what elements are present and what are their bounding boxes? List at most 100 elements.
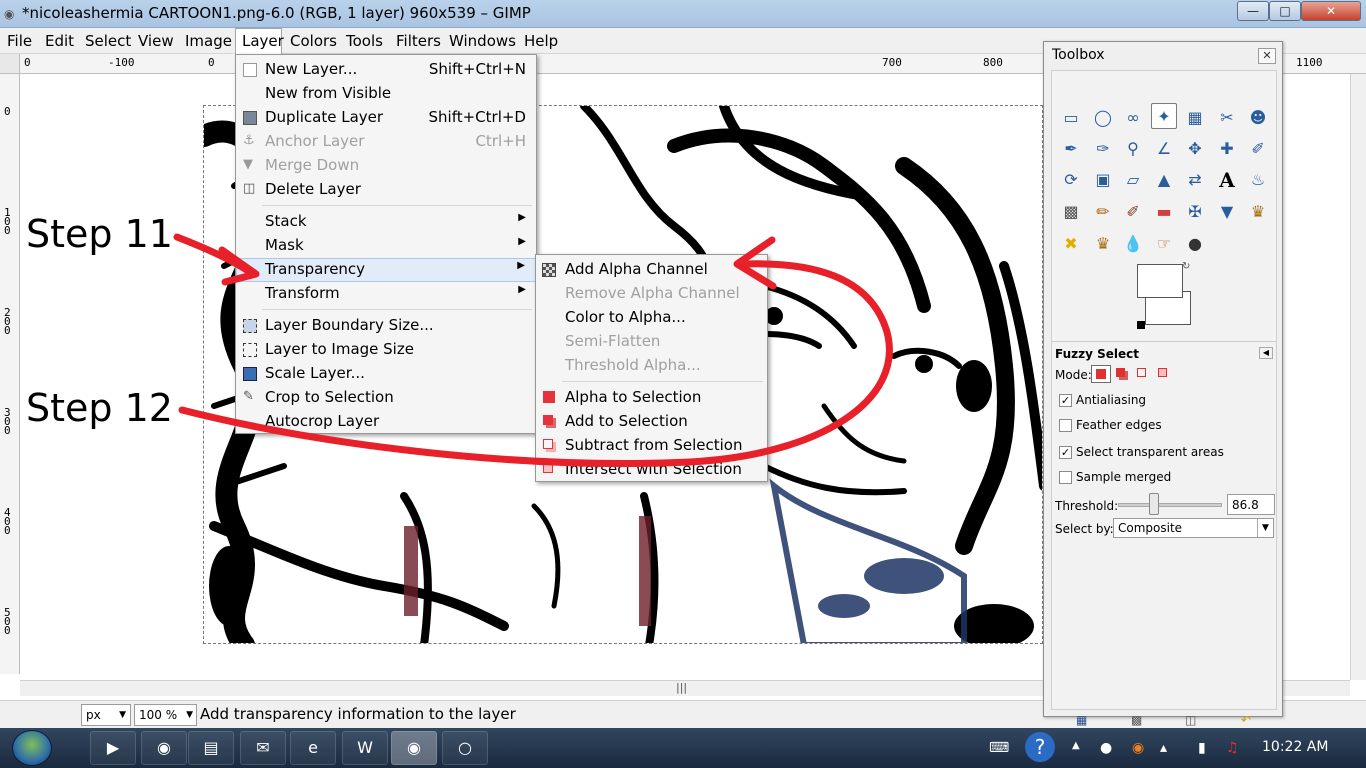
menu-item-delete-layer[interactable]: ◫ Delete Layer (236, 178, 536, 202)
menu-colors[interactable]: Colors (290, 32, 337, 50)
menu-item-color-to-alpha[interactable]: Color to Alpha... (536, 306, 767, 330)
menu-item-semi-flatten[interactable]: Semi-Flatten (536, 330, 767, 354)
menu-item-alpha-to-selection[interactable]: Alpha to Selection (536, 386, 767, 410)
tray-icon[interactable]: ▴ (1160, 740, 1167, 756)
swap-colors-icon[interactable]: ↻ (1182, 261, 1190, 272)
menu-file[interactable]: File (7, 32, 32, 50)
menu-item-new-layer[interactable]: New Layer... Shift+Ctrl+N (236, 58, 536, 82)
perspective-icon[interactable]: ▲ (1151, 167, 1177, 193)
foreground-select-icon[interactable]: ☻ (1245, 105, 1271, 131)
menu-tools[interactable]: Tools (346, 32, 383, 50)
add-mode-button[interactable] (1112, 365, 1132, 383)
menu-item-crop-to-selection[interactable]: ✎ Crop to Selection (236, 386, 536, 410)
lasso-icon[interactable]: ∞ (1120, 105, 1146, 131)
ink-icon[interactable]: ▼ (1214, 199, 1240, 225)
menu-item-intersect-with-selection[interactable]: Intersect with Selection (536, 458, 767, 482)
mail-icon[interactable]: ✉ (240, 731, 286, 765)
app-icon[interactable]: ○ (442, 731, 488, 765)
bucket-fill-icon[interactable]: ♨ (1245, 167, 1271, 193)
menu-image[interactable]: Image (185, 32, 232, 50)
antialiasing-checkbox[interactable]: ✓ (1059, 394, 1072, 407)
heal-icon[interactable]: ✖ (1058, 231, 1084, 257)
smudge-icon[interactable]: ☞ (1151, 231, 1177, 257)
crop-icon[interactable]: ✐ (1245, 136, 1271, 162)
ruler-corner[interactable] (0, 54, 20, 74)
menu-item-add-to-selection[interactable]: Add to Selection (536, 410, 767, 434)
fuzzy-select-icon[interactable]: ✦ (1151, 103, 1177, 129)
rect-select-icon[interactable]: ▭ (1058, 105, 1084, 131)
color-picker-icon[interactable]: ✑ (1090, 136, 1116, 162)
menu-item-remove-alpha-channel[interactable]: Remove Alpha Channel (536, 282, 767, 306)
menu-item-transparency[interactable]: Transparency ▶ (236, 258, 536, 282)
threshold-slider-handle[interactable] (1149, 493, 1159, 515)
vertical-ruler[interactable]: 0 1 0 0 2 0 0 3 0 0 4 0 0 5 0 0 (0, 74, 20, 674)
menu-item-transform[interactable]: Transform ▶ (236, 282, 536, 306)
paintbrush-icon[interactable]: ✐ (1120, 199, 1146, 225)
menu-item-new-from-visible[interactable]: New from Visible (236, 82, 536, 106)
menu-select[interactable]: Select (85, 32, 131, 50)
eraser-icon[interactable]: ▬ (1151, 199, 1177, 225)
feather-edges-checkbox[interactable] (1059, 419, 1072, 432)
menu-item-layer-to-image-size[interactable]: Layer to Image Size (236, 338, 536, 362)
clone-icon[interactable]: ♛ (1245, 199, 1271, 225)
menu-item-mask[interactable]: Mask ▶ (236, 234, 536, 258)
move-icon[interactable]: ✥ (1182, 136, 1208, 162)
close-button[interactable]: ✕ (1301, 1, 1361, 21)
menu-layer[interactable]: Layer (235, 28, 284, 54)
paths-icon[interactable]: ✒ (1058, 136, 1084, 162)
clock[interactable]: 10:22 AM (1262, 739, 1328, 755)
help-icon[interactable]: ? (1025, 732, 1055, 762)
media-player-icon[interactable]: ▶ (90, 731, 136, 765)
close-icon[interactable]: ✕ (1258, 48, 1276, 64)
menu-windows[interactable]: Windows (449, 32, 516, 50)
menu-item-threshold-alpha[interactable]: Threshold Alpha... (536, 354, 767, 378)
delete-options-icon[interactable]: ◫ (1185, 713, 1196, 727)
volume-icon[interactable]: ♫ (1226, 740, 1239, 756)
tray-app-icon[interactable]: ◉ (1132, 740, 1144, 756)
scale-icon[interactable]: ▣ (1090, 167, 1116, 193)
ellipse-select-icon[interactable]: ◯ (1090, 105, 1116, 131)
select-transparent-checkbox[interactable]: ✓ (1059, 446, 1072, 459)
replace-mode-button[interactable] (1091, 365, 1111, 383)
menu-edit[interactable]: Edit (45, 32, 74, 50)
scissors-icon[interactable]: ✂ (1214, 105, 1240, 131)
pencil-icon[interactable]: ✏ (1090, 199, 1116, 225)
threshold-slider[interactable] (1118, 503, 1222, 507)
shear-icon[interactable]: ▱ (1120, 167, 1146, 193)
zoom-select[interactable]: 100 % ▼ (134, 704, 197, 726)
ie-icon[interactable]: e (290, 731, 336, 765)
gradient-icon[interactable]: ▩ (1058, 199, 1084, 225)
measure-icon[interactable]: ∠ (1151, 136, 1177, 162)
menu-view[interactable]: View (138, 32, 174, 50)
align-icon[interactable]: ✚ (1214, 136, 1240, 162)
menu-item-merge-down[interactable]: ▼ Merge Down (236, 154, 536, 178)
select-by-color-icon[interactable]: ▦ (1182, 105, 1208, 131)
subtract-mode-button[interactable] (1133, 365, 1153, 383)
menu-item-stack[interactable]: Stack ▶ (236, 210, 536, 234)
menu-item-add-alpha-channel[interactable]: Add Alpha Channel (536, 258, 767, 282)
tray-device-icon[interactable]: ▮ (1198, 740, 1206, 756)
explorer-icon[interactable]: ▤ (188, 731, 234, 765)
unit-select[interactable]: px ▼ (81, 704, 131, 726)
word-icon[interactable]: W (342, 731, 388, 765)
airbrush-icon[interactable]: ✠ (1182, 199, 1208, 225)
firefox-icon[interactable]: ◉ (141, 731, 187, 765)
menu-item-layer-boundary-size[interactable]: Layer Boundary Size... (236, 314, 536, 338)
menu-item-anchor-layer[interactable]: ⚓ Anchor Layer Ctrl+H (236, 130, 536, 154)
menu-filters[interactable]: Filters (396, 32, 441, 50)
menu-item-autocrop-layer[interactable]: Autocrop Layer (236, 410, 536, 434)
select-by-dropdown[interactable]: Composite ▼ (1113, 518, 1274, 538)
restore-options-icon[interactable]: ▩ (1131, 713, 1142, 727)
zoom-icon[interactable]: ⚲ (1120, 136, 1146, 162)
start-button[interactable] (12, 730, 52, 766)
sample-merged-checkbox[interactable] (1059, 471, 1072, 484)
flip-icon[interactable]: ⇄ (1182, 167, 1208, 193)
minimize-button[interactable]: — (1237, 1, 1269, 21)
menu-item-scale-layer[interactable]: Scale Layer... (236, 362, 536, 386)
default-colors-icon[interactable] (1137, 321, 1145, 329)
text-icon[interactable]: A (1214, 167, 1240, 193)
reset-options-icon[interactable]: ↶ (1241, 713, 1251, 727)
menu-item-duplicate-layer[interactable]: Duplicate Layer Shift+Ctrl+D (236, 106, 536, 130)
panel-menu-icon[interactable]: ◀ (1259, 347, 1273, 359)
foreground-color-swatch[interactable] (1137, 264, 1183, 298)
